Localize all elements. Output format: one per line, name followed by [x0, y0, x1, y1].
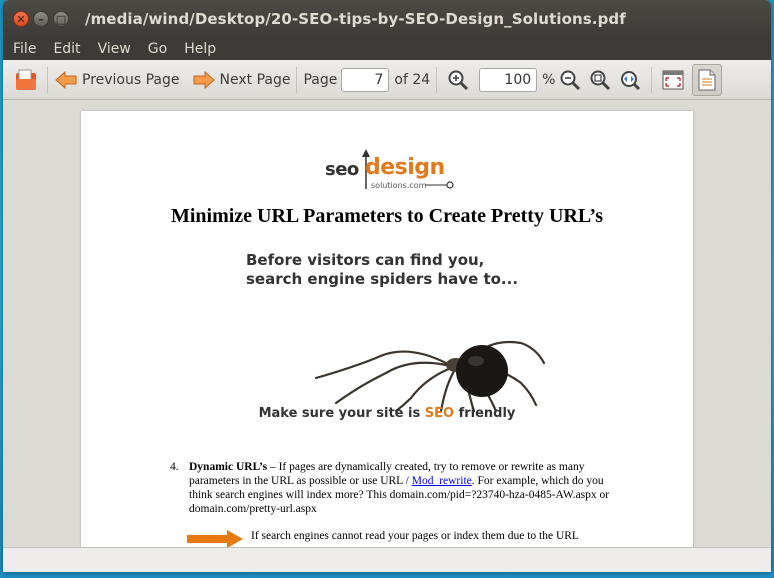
minimize-window-button[interactable]: – — [33, 11, 49, 27]
list-item-4: 4. Dynamic URL’s – If pages are dynamica… — [170, 460, 610, 516]
menu-file[interactable]: File — [13, 41, 36, 57]
menu-edit[interactable]: Edit — [53, 41, 80, 57]
logo-design-text: design — [365, 155, 445, 180]
zoom-unit: % — [542, 71, 556, 88]
zoom-fit-page-button[interactable] — [585, 64, 615, 96]
zoom-best-fit-icon — [590, 70, 611, 90]
zoom-fit-width-button[interactable] — [615, 64, 645, 96]
page-number-input[interactable] — [341, 67, 390, 92]
zoom-level-input[interactable] — [479, 67, 538, 92]
spider-image — [314, 340, 546, 413]
page-total: of 24 — [394, 71, 431, 88]
document-viewport[interactable]: seo design solutions.com Minimize URL Pa… — [3, 100, 771, 547]
banner-line-2: search engine spiders have to... — [246, 270, 519, 288]
banner-bottom-suffix: friendly — [454, 406, 516, 421]
fullscreen-button[interactable] — [658, 64, 688, 96]
logo-solutions-text: solutions.com — [371, 181, 427, 190]
toolbar-separator — [436, 66, 438, 93]
logo-swoosh-icon — [425, 181, 454, 189]
title-bar: ✕ – □ /media/wind/Desktop/20-SEO-tips-by… — [3, 0, 771, 38]
orange-arrow-icon — [187, 530, 243, 547]
menu-help[interactable]: Help — [184, 41, 216, 57]
fullscreen-icon — [662, 70, 684, 89]
document-viewer-window: ✕ – □ /media/wind/Desktop/20-SEO-tips-by… — [3, 0, 771, 572]
next-page-label: Next Page — [219, 71, 291, 88]
open-folder-icon — [16, 69, 36, 90]
close-window-button[interactable]: ✕ — [13, 11, 29, 27]
pdf-page: seo design solutions.com Minimize URL Pa… — [81, 111, 693, 547]
document-page-icon — [698, 69, 716, 90]
page-label: Page — [303, 71, 338, 88]
toolbar-separator — [47, 66, 48, 93]
previous-page-label: Previous Page — [82, 71, 180, 88]
menu-view[interactable]: View — [98, 41, 131, 57]
maximize-window-button[interactable]: □ — [53, 11, 69, 27]
seo-design-logo: seo design solutions.com — [325, 149, 455, 195]
list-item-number: 4. — [170, 461, 179, 473]
toolbar: Previous Page Next Page Page of 24 % — [3, 60, 771, 100]
toolbar-separator — [296, 66, 298, 93]
zoom-out-icon — [560, 70, 581, 90]
mod-rewrite-link[interactable]: Mod_rewrite — [412, 475, 472, 487]
banner-bottom-highlight: SEO — [424, 406, 455, 421]
banner-bottom-prefix: Make sure your site is — [258, 406, 425, 421]
page-heading: Minimize URL Parameters to Create Pretty… — [170, 205, 604, 227]
list-item-5-text: If search engines cannot read your pages… — [251, 530, 579, 542]
list-item-body: Dynamic URL’s – If pages are dynamically… — [189, 460, 610, 516]
zoom-out-button[interactable] — [555, 64, 585, 96]
arrow-right-icon — [193, 70, 215, 89]
toolbar-separator — [651, 66, 653, 93]
zoom-in-icon — [448, 70, 469, 90]
status-bar — [3, 547, 771, 572]
logo-seo-text: seo — [325, 159, 359, 180]
open-document-button[interactable] — [11, 64, 41, 96]
banner-bottom-text: Make sure your site is SEO friendly — [81, 406, 693, 421]
banner-top-text: Before visitors can find you, search eng… — [246, 251, 518, 289]
menu-bar: File Edit View Go Help — [3, 38, 771, 60]
next-page-button[interactable]: Next Page — [192, 64, 291, 96]
zoom-in-button[interactable] — [443, 64, 473, 96]
list-item-term: Dynamic URL’s — [189, 461, 268, 473]
previous-page-button[interactable]: Previous Page — [54, 64, 180, 96]
window-title: /media/wind/Desktop/20-SEO-tips-by-SEO-D… — [85, 10, 626, 28]
arrow-left-icon — [55, 70, 77, 89]
continuous-view-toggle[interactable] — [692, 63, 723, 96]
zoom-fit-width-icon — [621, 70, 641, 90]
banner-line-1: Before visitors can find you, — [246, 251, 485, 269]
page-navigator: Page of 24 — [303, 64, 430, 96]
menu-go[interactable]: Go — [148, 41, 167, 57]
